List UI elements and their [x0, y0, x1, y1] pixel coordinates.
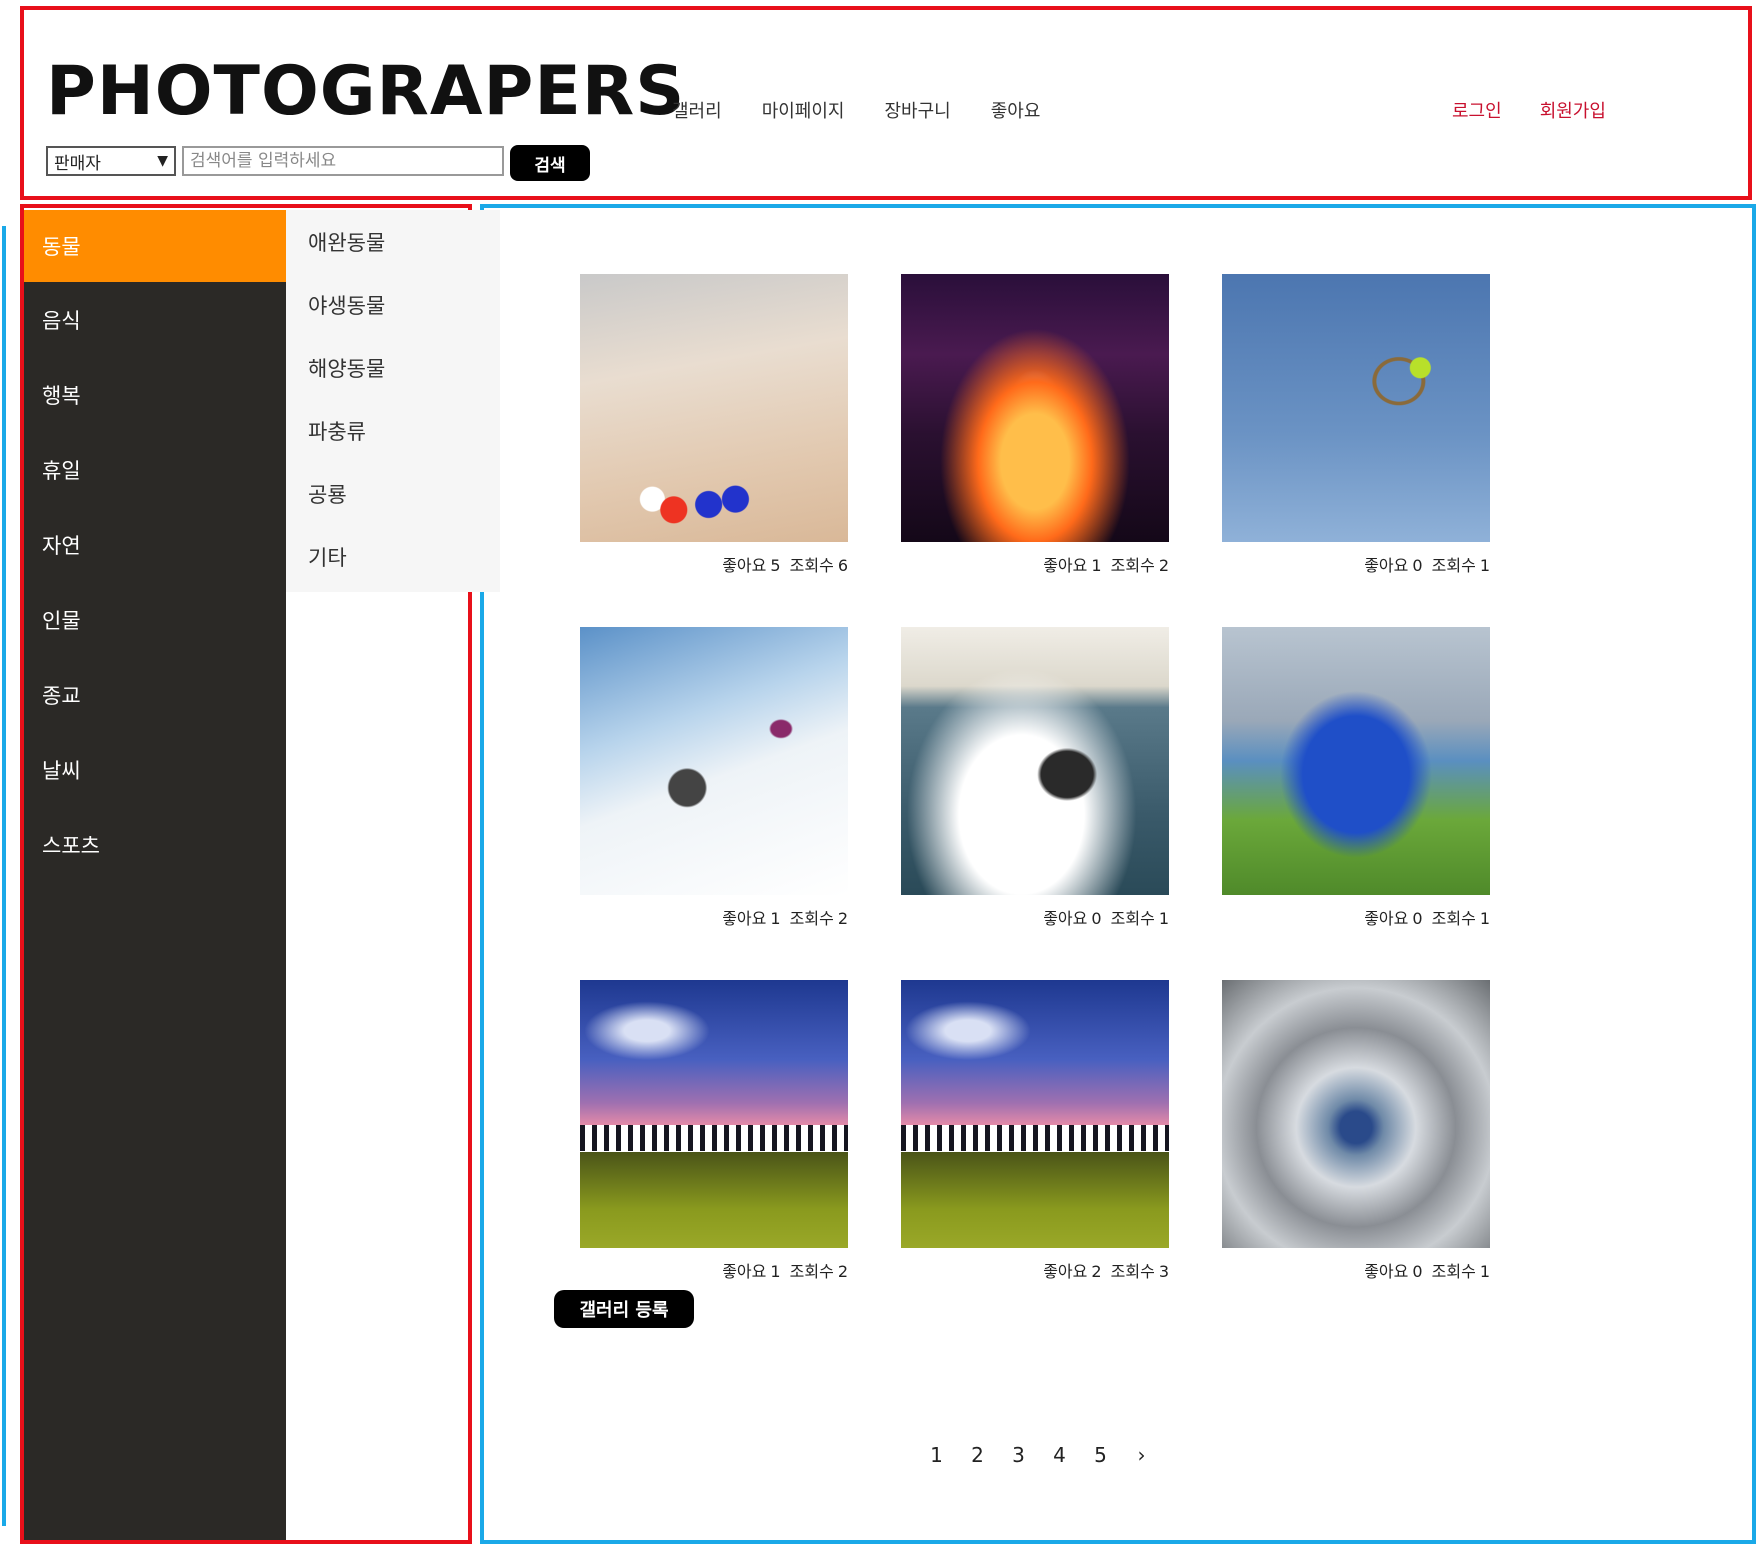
gallery-stats: 좋아요 5 조회수 6	[722, 556, 848, 575]
gallery-card[interactable]: 좋아요 5 조회수 6	[580, 274, 848, 575]
gallery-thumbnail[interactable]	[901, 980, 1169, 1248]
auth-nav: 로그인 회원가입	[1452, 97, 1644, 123]
gallery-stats: 좋아요 1 조회수 2	[722, 909, 848, 928]
gallery-card[interactable]: 좋아요 0 조회수 1	[1222, 274, 1490, 575]
subcategory-item-etc[interactable]: 기타	[286, 525, 500, 588]
gallery-card[interactable]: 좋아요 0 조회수 1	[901, 627, 1169, 928]
category-item-weather[interactable]: 날씨	[24, 732, 286, 807]
search-filter-value: 판매자	[54, 153, 101, 174]
page-link-1[interactable]: 1	[916, 1443, 957, 1467]
gallery-thumbnail[interactable]	[901, 274, 1169, 542]
nav-mypage[interactable]: 마이페이지	[762, 97, 845, 123]
nav-gallery[interactable]: 갤러리	[672, 97, 722, 123]
gallery-card[interactable]: 좋아요 0 조회수 1	[1222, 627, 1490, 928]
category-item-religion[interactable]: 종교	[24, 657, 286, 732]
chevron-right-icon[interactable]: ›	[1121, 1443, 1162, 1467]
search-button[interactable]: 검색	[510, 145, 590, 181]
gallery-thumbnail[interactable]	[1222, 980, 1490, 1248]
subcategory-list: 애완동물 야생동물 해양동물 파충류 공룡 기타	[286, 210, 500, 592]
nav-cart[interactable]: 장바구니	[885, 97, 951, 123]
page-link-5[interactable]: 5	[1080, 1443, 1121, 1467]
search-input[interactable]	[182, 146, 504, 176]
search-filter-select[interactable]: 판매자 ▼	[46, 146, 176, 176]
gallery-stats: 좋아요 1 조회수 2	[1043, 556, 1169, 575]
login-link[interactable]: 로그인	[1452, 97, 1502, 123]
subcategory-item-reptiles[interactable]: 파충류	[286, 399, 500, 462]
gallery-card[interactable]: 좋아요 2 조회수 3	[901, 980, 1169, 1281]
gallery-stats: 좋아요 1 조회수 2	[722, 1262, 848, 1281]
gallery-card[interactable]: 좋아요 1 조회수 2	[580, 980, 848, 1281]
site-logo[interactable]: PHOTOGRAPERS	[46, 52, 685, 131]
pagination: 1 2 3 4 5 ›	[916, 1443, 1162, 1467]
category-item-food[interactable]: 음식	[24, 282, 286, 357]
gallery-card[interactable]: 좋아요 1 조회수 2	[580, 627, 848, 928]
category-item-animal[interactable]: 동물	[24, 210, 286, 282]
category-item-happiness[interactable]: 행복	[24, 357, 286, 432]
gallery-thumbnail[interactable]	[580, 980, 848, 1248]
gallery-stats: 좋아요 0 조회수 1	[1364, 556, 1490, 575]
gallery-thumbnail[interactable]	[580, 274, 848, 542]
gallery-thumbnail[interactable]	[901, 627, 1169, 895]
category-item-holiday[interactable]: 휴일	[24, 432, 286, 507]
signup-link[interactable]: 회원가입	[1540, 97, 1606, 123]
category-list: 동물 음식 행복 휴일 자연 인물 종교 날씨 스포츠	[24, 210, 286, 1540]
gallery-stats: 좋아요 0 조회수 1	[1364, 909, 1490, 928]
gallery-thumbnail[interactable]	[1222, 627, 1490, 895]
left-edge-frame	[0, 226, 6, 1526]
subcategory-item-pets[interactable]: 애완동물	[286, 210, 500, 273]
category-item-people[interactable]: 인물	[24, 582, 286, 657]
gallery-stats: 좋아요 0 조회수 1	[1364, 1262, 1490, 1281]
category-item-sports[interactable]: 스포츠	[24, 807, 286, 882]
gallery-stats: 좋아요 0 조회수 1	[1043, 909, 1169, 928]
page-link-2[interactable]: 2	[957, 1443, 998, 1467]
chevron-down-icon: ▼	[157, 153, 168, 169]
register-gallery-button[interactable]: 갤러리 등록	[554, 1290, 694, 1328]
category-item-nature[interactable]: 자연	[24, 507, 286, 582]
subcategory-item-wild[interactable]: 야생동물	[286, 273, 500, 336]
gallery-card[interactable]: 좋아요 0 조회수 1	[1222, 980, 1490, 1281]
gallery-thumbnail[interactable]	[580, 627, 848, 895]
nav-likes[interactable]: 좋아요	[991, 97, 1041, 123]
subcategory-item-marine[interactable]: 해양동물	[286, 336, 500, 399]
gallery-card[interactable]: 좋아요 1 조회수 2	[901, 274, 1169, 575]
gallery-stats: 좋아요 2 조회수 3	[1043, 1262, 1169, 1281]
subcategory-item-dinosaurs[interactable]: 공룡	[286, 462, 500, 525]
page-link-4[interactable]: 4	[1039, 1443, 1080, 1467]
gallery-thumbnail[interactable]	[1222, 274, 1490, 542]
page-link-3[interactable]: 3	[998, 1443, 1039, 1467]
main-nav: 갤러리 마이페이지 장바구니 좋아요	[672, 97, 1080, 123]
